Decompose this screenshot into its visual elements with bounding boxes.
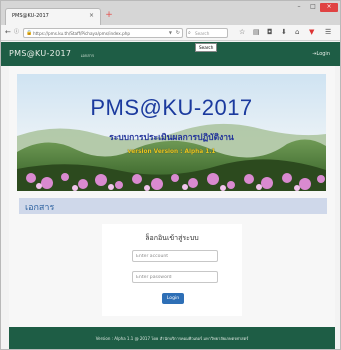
section-header: เอกสาร (19, 198, 327, 214)
nav-link-documents[interactable]: เอกสาร (81, 52, 94, 59)
home-icon[interactable]: ⌂ (295, 28, 299, 37)
site-brand[interactable]: PMS@KU-2017 (9, 49, 71, 58)
tab-title: PMS@KU-2017 (12, 13, 49, 19)
extension-shield-icon[interactable]: ▼ (309, 28, 314, 37)
tab-bar: PMS@KU-2017 × + – □ × (1, 1, 340, 25)
search-placeholder: Search (195, 31, 210, 36)
search-icon: ⌕ (188, 30, 191, 36)
star-icon[interactable]: ☆ (239, 28, 245, 37)
section-title: เอกสาร (25, 203, 55, 213)
close-window-icon[interactable]: × (320, 3, 338, 12)
address-bar[interactable]: 🔒 https://pms.ku.th/Staff/Pichaya/pms/in… (23, 28, 183, 38)
dropdown-icon[interactable]: ▼ (169, 30, 172, 35)
back-arrow-icon[interactable]: ← (5, 28, 11, 37)
minimize-icon[interactable]: – (292, 3, 306, 12)
info-icon[interactable]: ⓘ (14, 28, 19, 37)
new-tab-icon[interactable]: + (103, 10, 115, 22)
password-input[interactable] (132, 271, 218, 283)
pocket-icon[interactable]: ◘ (267, 28, 273, 37)
hero-banner: PMS@KU-2017 ระบบการประเมินผลการปฏิบัติงา… (17, 74, 326, 191)
login-heading: ล็อกอินเข้าสู่ระบบ (145, 234, 199, 242)
navigation-bar: ← ⓘ 🔒 https://pms.ku.th/Staff/Pichaya/pm… (1, 25, 340, 41)
lock-icon: 🔒 (26, 30, 33, 36)
login-panel: ล็อกอินเข้าสู่ระบบ Login (102, 224, 242, 316)
close-tab-icon[interactable]: × (89, 12, 94, 19)
download-icon[interactable]: ⬇ (281, 28, 287, 37)
footer-text: Version : Alpha 1.1 @ 2017 โดย สำนักบริก… (95, 336, 249, 341)
header-login-link[interactable]: ⇥Login (312, 51, 330, 57)
search-tooltip: Search (195, 43, 218, 52)
reload-icon[interactable]: ↻ (176, 30, 180, 36)
search-bar[interactable]: ⌕ Search (186, 28, 228, 38)
reading-list-icon[interactable]: ▤ (253, 28, 260, 37)
window-controls: – □ × (292, 3, 338, 12)
account-input[interactable] (132, 250, 218, 262)
banner-title: PMS@KU-2017 (90, 95, 253, 120)
banner-version: version Version : Alpha 1.1 (127, 149, 216, 155)
site-footer: Version : Alpha 1.1 @ 2017 โดย สำนักบริก… (9, 327, 335, 349)
browser-window: PMS@KU-2017 × + – □ × ← ⓘ 🔒 https://pms.… (0, 0, 341, 350)
header-login-label: Login (316, 51, 331, 57)
login-button[interactable]: Login (162, 293, 184, 304)
site-header: PMS@KU-2017 เอกสาร ⇥Login (1, 42, 340, 66)
url-text: https://pms.ku.th/Staff/Pichaya/pms/inde… (33, 31, 131, 36)
menu-icon[interactable]: ☰ (325, 28, 331, 37)
banner-subtitle: ระบบการประเมินผลการปฏิบัติงาน (109, 133, 234, 143)
browser-tab[interactable]: PMS@KU-2017 × (5, 8, 101, 25)
maximize-icon[interactable]: □ (306, 3, 320, 12)
